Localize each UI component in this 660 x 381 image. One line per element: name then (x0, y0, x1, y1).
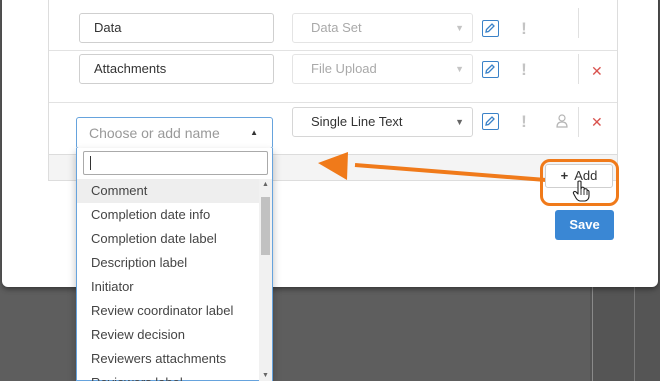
save-button[interactable]: Save (555, 210, 614, 240)
hand-pointer-icon (572, 180, 590, 205)
